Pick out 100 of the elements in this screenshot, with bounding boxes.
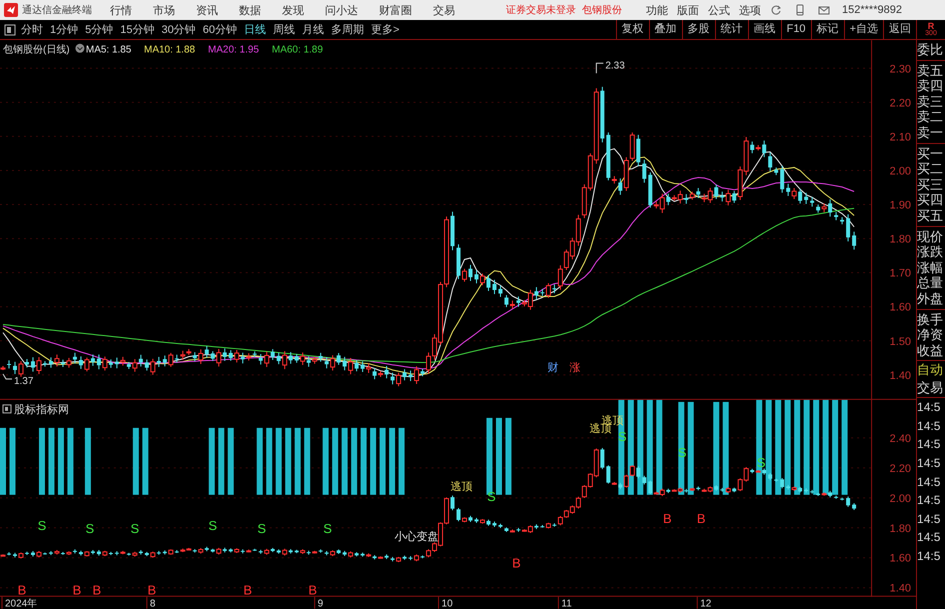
tool-button[interactable]: 统计: [714, 20, 748, 39]
signal-label: B: [92, 582, 102, 598]
menu-item[interactable]: 问小达: [325, 2, 358, 18]
menu-item[interactable]: 行情: [110, 2, 132, 18]
indicator-title: 股标指标网: [14, 404, 69, 416]
signal-label: B: [662, 510, 672, 526]
menu-item[interactable]: 数据: [239, 2, 261, 18]
trade-time: 14:5: [917, 418, 942, 435]
axis-label: 1.80: [890, 522, 912, 535]
tool-button[interactable]: F10: [780, 20, 811, 39]
axis-label: 2.20: [890, 97, 912, 110]
period-tab[interactable]: 月线: [302, 22, 324, 37]
quote-label: 买三: [917, 176, 944, 192]
period-tab[interactable]: 周线: [273, 22, 295, 37]
period-tab[interactable]: 5分钟: [85, 22, 114, 37]
axis-label: 1.80: [890, 234, 912, 246]
signal-label: S: [130, 520, 140, 536]
signal-label: B: [148, 582, 156, 598]
period-tab[interactable]: 更多>: [371, 22, 400, 37]
quote-label: 换手: [917, 312, 944, 328]
quote-label: 外盘: [917, 290, 944, 306]
period-tab[interactable]: 15分钟: [120, 22, 154, 37]
axis-label: 2.20: [890, 462, 912, 475]
high-price-label: 2.33: [605, 60, 625, 72]
menu-item[interactable]: 财富圈: [379, 2, 412, 18]
period-tab[interactable]: 分时: [21, 22, 43, 37]
tool-button[interactable]: 复权: [616, 20, 649, 39]
tool-button[interactable]: 多股: [682, 20, 715, 39]
auto-label[interactable]: 自动: [917, 361, 945, 380]
axis-label: 2.00: [890, 165, 912, 178]
quote-label: 委比: [917, 42, 944, 58]
ma-legend: MA10: 1.88: [144, 44, 196, 56]
axis-label: 2.10: [890, 131, 912, 144]
quote-label: 卖五: [917, 62, 944, 78]
menu-item[interactable]: 市场: [153, 2, 175, 18]
trade-time: 14:5: [917, 492, 942, 510]
period-tab[interactable]: 多周期: [331, 22, 364, 37]
signal-label: B: [18, 582, 26, 598]
signal-label: S: [86, 520, 94, 536]
trade-time: 14:5: [917, 399, 942, 416]
menu-item[interactable]: 版面: [677, 2, 699, 18]
signal-label: B: [696, 510, 706, 526]
quote-label: 现价: [917, 228, 944, 244]
axis-label: 1.90: [890, 200, 912, 212]
trade-time: 14:5: [917, 510, 942, 528]
menu-item[interactable]: 资讯: [196, 2, 218, 18]
menu-item[interactable]: 发现: [282, 2, 304, 18]
tool-button[interactable]: 画线: [748, 20, 781, 39]
trade-time: 14:5: [917, 548, 942, 566]
period-tab[interactable]: 日线: [244, 22, 266, 37]
axis-label: 1.50: [890, 336, 912, 348]
tool-button[interactable]: 叠加: [648, 20, 682, 39]
quote-label: 卖四: [917, 78, 944, 94]
quote-label: 卖一: [917, 124, 944, 141]
finance-tag[interactable]: 财: [547, 362, 558, 374]
signal-label: B: [72, 582, 82, 598]
quote-label: 涨跌: [917, 244, 944, 260]
signal-label: S: [38, 518, 46, 533]
axis-label: 1.60: [890, 302, 912, 314]
axis-label: 1.70: [890, 268, 912, 280]
tool-button[interactable]: 返回: [883, 20, 916, 39]
quote-label: 买一: [917, 146, 944, 162]
menu-item[interactable]: 公式: [708, 2, 730, 18]
chart-title: 包钢股份(日线): [3, 44, 70, 56]
ma-legend: MA60: 1.89: [272, 44, 323, 56]
period-tab[interactable]: 30分钟: [162, 22, 196, 37]
quote-label: 涨幅: [917, 260, 944, 276]
signal-label: 小心变盘: [394, 530, 439, 543]
axis-label: 1.60: [890, 552, 912, 565]
signal-label: B: [243, 582, 252, 598]
low-price-label: 1.37: [14, 376, 34, 387]
axis-label: 2024年: [5, 598, 38, 609]
menu-item[interactable]: 功能: [646, 2, 668, 18]
quote-label: 收益: [917, 342, 944, 358]
tool-button[interactable]: 标记: [810, 20, 844, 39]
ma-legend: MA5: 1.85: [86, 44, 132, 56]
account-number[interactable]: 152****9892: [842, 4, 902, 16]
signal-label: S: [257, 520, 266, 536]
period-tab[interactable]: 60分钟: [202, 22, 237, 37]
signal-label: 逃顶: [450, 480, 472, 493]
quote-label: 买五: [917, 208, 944, 224]
axis-label: 1.40: [890, 370, 912, 382]
axis-label: 2.00: [890, 492, 912, 505]
axis-label: 2.30: [890, 63, 912, 76]
rise-tag[interactable]: 涨: [569, 362, 580, 374]
signal-label: S: [208, 518, 218, 533]
axis-label: 9: [318, 598, 324, 609]
signal-label: S: [323, 520, 332, 536]
menu-item[interactable]: 交易: [433, 2, 455, 18]
period-tab[interactable]: 1分钟: [50, 22, 78, 37]
trade-label[interactable]: 交易: [917, 379, 945, 398]
stock-name[interactable]: 包钢股份: [582, 3, 622, 17]
trade-time: 14:5: [917, 455, 942, 472]
quote-label: 买二: [917, 161, 944, 177]
login-status[interactable]: 证券交易未登录: [506, 3, 576, 17]
quote-label: 净资: [917, 327, 944, 343]
axis-label: 11: [561, 598, 572, 609]
menu-item[interactable]: 选项: [739, 2, 761, 18]
quote-label: 买四: [917, 192, 944, 208]
tool-button[interactable]: +自选: [844, 20, 883, 39]
